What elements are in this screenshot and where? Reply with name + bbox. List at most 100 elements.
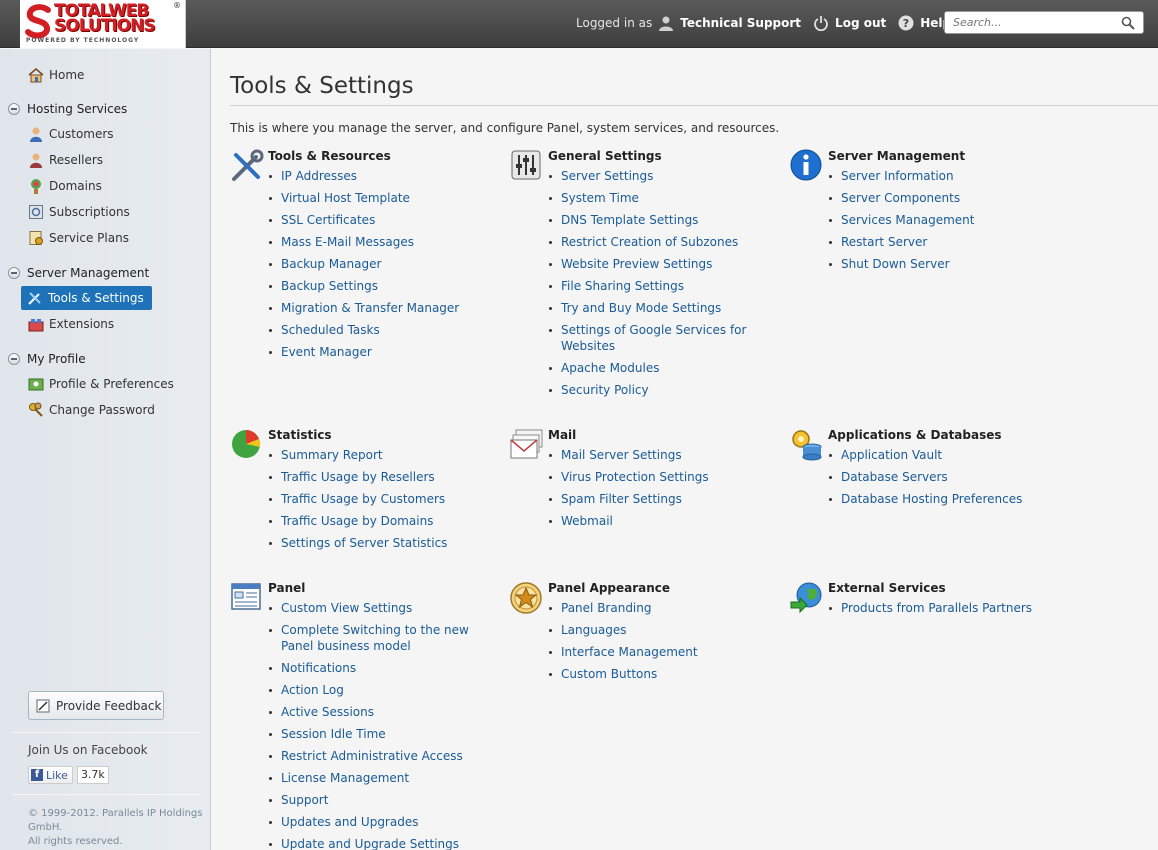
link-webmail[interactable]: Webmail [561,514,613,528]
link-application-vault[interactable]: Application Vault [841,448,942,462]
link-mail-server-settings[interactable]: Mail Server Settings [561,448,682,462]
list-item: Backup Manager [268,256,483,272]
help-icon[interactable]: ? [898,15,914,31]
link-server-components[interactable]: Server Components [841,191,960,205]
sidebar-item-subscriptions[interactable]: Subscriptions [28,201,130,223]
link-action-log[interactable]: Action Log [281,683,344,697]
sidebar: Home Hosting Services Customers Reseller… [0,49,211,850]
title-divider [230,105,1158,106]
link-list: Custom View Settings Complete Switching … [268,600,483,850]
sidebar-item-service-plans[interactable]: Service Plans [28,227,129,249]
sidebar-item-label: Service Plans [49,231,129,245]
list-item: Virtual Host Template [268,190,483,206]
facebook-like-button[interactable]: f Like [28,766,73,784]
sliders-icon [511,150,541,180]
link-summary-report[interactable]: Summary Report [281,448,383,462]
collapse-icon[interactable] [8,267,20,279]
link-website-preview-settings[interactable]: Website Preview Settings [561,257,712,271]
list-item: Website Preview Settings [548,256,763,272]
list-item: Server Components [828,190,1043,206]
link-server-information[interactable]: Server Information [841,169,954,183]
link-restrict-subzones[interactable]: Restrict Creation of Subzones [561,235,738,249]
reseller-icon [30,153,42,168]
group-my-profile[interactable]: My Profile [8,350,86,368]
link-custom-view-settings[interactable]: Custom View Settings [281,601,412,615]
star-badge-icon [510,582,542,614]
link-google-services-settings[interactable]: Settings of Google Services for Websites [561,323,746,353]
collapse-icon[interactable] [8,353,20,365]
list-item: Settings of Google Services for Websites [548,322,763,354]
link-languages[interactable]: Languages [561,623,626,637]
search-input[interactable] [945,12,1115,33]
link-system-time[interactable]: System Time [561,191,639,205]
link-interface-management[interactable]: Interface Management [561,645,698,659]
link-active-sessions[interactable]: Active Sessions [281,705,374,719]
link-server-settings[interactable]: Server Settings [561,169,653,183]
link-virtual-host-template[interactable]: Virtual Host Template [281,191,410,205]
link-custom-buttons[interactable]: Custom Buttons [561,667,657,681]
key-icon [29,402,43,417]
link-traffic-customers[interactable]: Traffic Usage by Customers [281,492,445,506]
link-try-buy-mode-settings[interactable]: Try and Buy Mode Settings [561,301,721,315]
link-parallels-partners-products[interactable]: Products from Parallels Partners [841,601,1032,615]
link-backup-settings[interactable]: Backup Settings [281,279,378,293]
link-migration-transfer-manager[interactable]: Migration & Transfer Manager [281,301,459,315]
list-item: Traffic Usage by Domains [268,513,483,529]
link-apache-modules[interactable]: Apache Modules [561,361,659,375]
sidebar-item-change-password[interactable]: Change Password [28,399,155,421]
list-item: Backup Settings [268,278,483,294]
sidebar-item-customers[interactable]: Customers [28,123,114,145]
link-database-hosting-preferences[interactable]: Database Hosting Preferences [841,492,1022,506]
link-file-sharing-settings[interactable]: File Sharing Settings [561,279,684,293]
link-traffic-resellers[interactable]: Traffic Usage by Resellers [281,470,435,484]
link-services-management[interactable]: Services Management [841,213,974,227]
page-title: Tools & Settings [230,73,414,99]
link-traffic-domains[interactable]: Traffic Usage by Domains [281,514,433,528]
search-icon[interactable] [1121,16,1135,30]
section-title: Panel [268,581,306,595]
list-item: Update and Upgrade Settings [268,836,483,850]
link-security-policy[interactable]: Security Policy [561,383,649,397]
link-notifications[interactable]: Notifications [281,661,356,675]
logout-link[interactable]: Log out [835,16,886,30]
link-business-model-switch[interactable]: Complete Switching to the new Panel busi… [281,623,469,653]
link-ip-addresses[interactable]: IP Addresses [281,169,357,183]
link-ssl-certificates[interactable]: SSL Certificates [281,213,375,227]
sidebar-item-resellers[interactable]: Resellers [28,149,103,171]
link-spam-filter-settings[interactable]: Spam Filter Settings [561,492,682,506]
collapse-icon[interactable] [8,103,20,115]
link-mass-email-messages[interactable]: Mass E-Mail Messages [281,235,414,249]
group-hosting-services[interactable]: Hosting Services [8,100,127,118]
link-support[interactable]: Support [281,793,328,807]
sidebar-item-profile-preferences[interactable]: Profile & Preferences [28,373,174,395]
list-item: Server Settings [548,168,763,184]
link-scheduled-tasks[interactable]: Scheduled Tasks [281,323,380,337]
link-session-idle-time[interactable]: Session Idle Time [281,727,386,741]
sidebar-item-tools-settings[interactable]: Tools & Settings [21,286,152,310]
list-item: Restrict Creation of Subzones [548,234,763,250]
sidebar-item-home[interactable]: Home [28,64,84,86]
link-list: Server Settings System Time DNS Template… [548,168,763,404]
sidebar-item-extensions[interactable]: Extensions [28,313,114,335]
link-virus-protection-settings[interactable]: Virus Protection Settings [561,470,709,484]
user-name-link[interactable]: Technical Support [680,16,801,30]
link-list: Server Information Server Components Ser… [828,168,1043,278]
provide-feedback-button[interactable]: Provide Feedback [28,691,164,720]
link-restrict-admin-access[interactable]: Restrict Administrative Access [281,749,463,763]
link-license-management[interactable]: License Management [281,771,409,785]
list-item: Shut Down Server [828,256,1043,272]
link-database-servers[interactable]: Database Servers [841,470,948,484]
company-logo[interactable]: TOTALWEB SOLUTIONS POWERED BY TECHNOLOGY… [20,0,186,48]
link-update-upgrade-settings[interactable]: Update and Upgrade Settings [281,837,459,850]
group-server-management[interactable]: Server Management [8,264,149,282]
power-icon[interactable] [813,15,829,31]
link-restart-server[interactable]: Restart Server [841,235,927,249]
link-panel-branding[interactable]: Panel Branding [561,601,652,615]
link-updates-upgrades[interactable]: Updates and Upgrades [281,815,418,829]
sidebar-item-domains[interactable]: Domains [28,175,102,197]
link-backup-manager[interactable]: Backup Manager [281,257,381,271]
link-event-manager[interactable]: Event Manager [281,345,372,359]
link-server-statistics-settings[interactable]: Settings of Server Statistics [281,536,447,550]
link-dns-template-settings[interactable]: DNS Template Settings [561,213,698,227]
link-shut-down-server[interactable]: Shut Down Server [841,257,950,271]
